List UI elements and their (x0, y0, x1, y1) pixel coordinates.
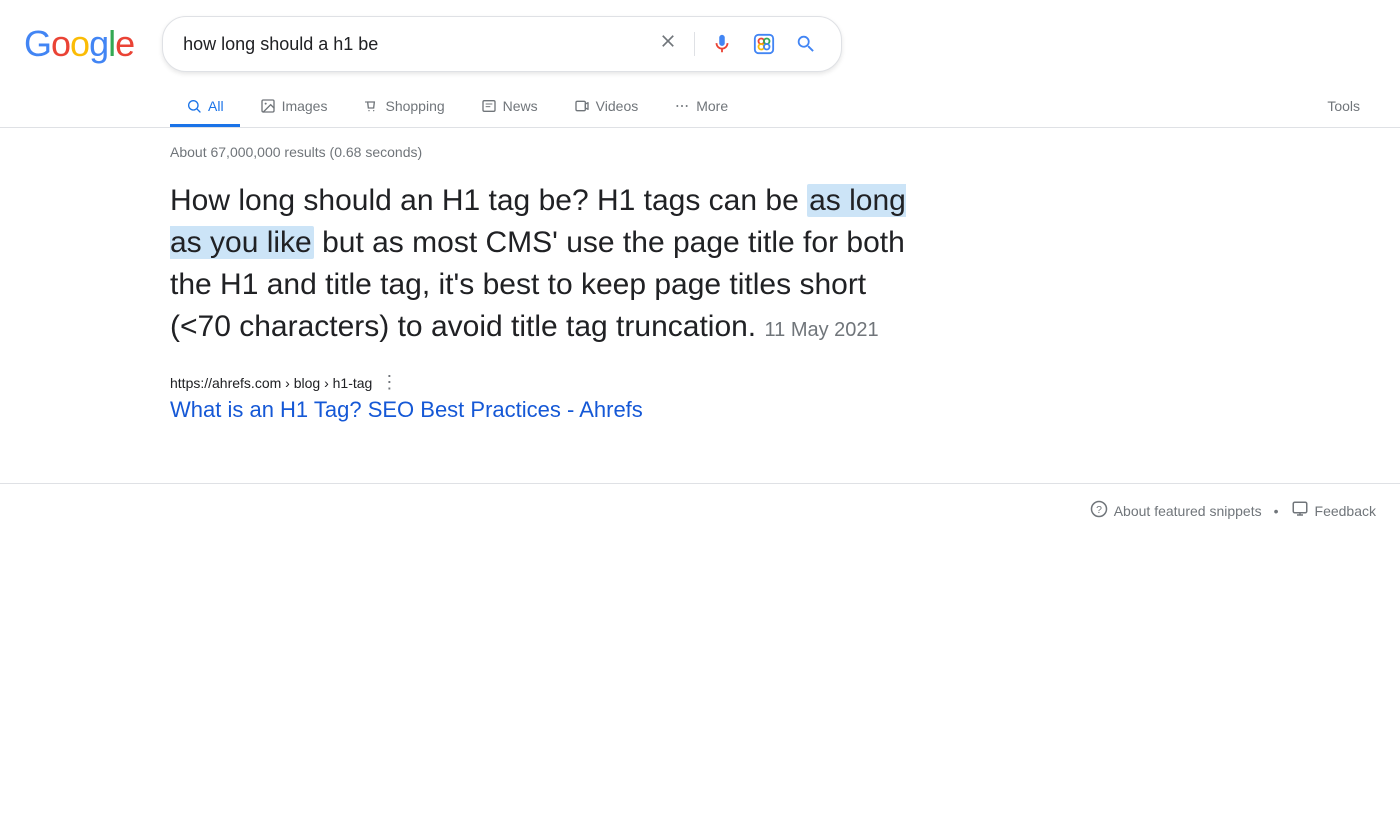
lens-icon (753, 33, 775, 55)
feedback-item[interactable]: Feedback (1291, 500, 1376, 521)
feedback-label: Feedback (1315, 503, 1376, 519)
voice-search-button[interactable] (707, 29, 737, 59)
image-search-button[interactable] (749, 29, 779, 59)
logo-e: e (115, 23, 134, 65)
search-button[interactable] (791, 29, 821, 59)
tab-news[interactable]: News (465, 88, 554, 127)
tab-all[interactable]: All (170, 88, 240, 127)
search-icons (654, 27, 821, 61)
result-title-link[interactable]: What is an H1 Tag? SEO Best Practices - … (170, 397, 643, 422)
all-icon (186, 98, 202, 114)
result-more-icon[interactable]: ⋮ (380, 372, 398, 393)
google-logo[interactable]: Google (24, 23, 134, 65)
about-snippets-item[interactable]: ? About featured snippets (1090, 500, 1262, 521)
logo-g: G (24, 23, 51, 65)
about-snippets-label: About featured snippets (1114, 503, 1262, 519)
videos-icon (574, 98, 590, 114)
clear-button[interactable] (654, 27, 682, 61)
snippet-text: How long should an H1 tag be? H1 tags ca… (170, 180, 930, 348)
search-result: https://ahrefs.com › blog › h1-tag ⋮ Wha… (170, 372, 930, 423)
feedback-icon (1291, 500, 1309, 521)
tab-shopping-label: Shopping (385, 98, 444, 114)
snippet-date: 11 May 2021 (765, 319, 879, 341)
search-input[interactable]: how long should a h1 be (183, 34, 642, 55)
result-url-row: https://ahrefs.com › blog › h1-tag ⋮ (170, 372, 930, 393)
tools-button[interactable]: Tools (1311, 88, 1376, 127)
tab-more[interactable]: More (658, 88, 744, 127)
results-container: About 67,000,000 results (0.68 seconds) … (0, 128, 1400, 443)
svg-text:?: ? (1096, 504, 1102, 516)
featured-snippet: How long should an H1 tag be? H1 tags ca… (170, 180, 930, 348)
search-bar: how long should a h1 be (162, 16, 842, 72)
logo-o1: o (51, 23, 70, 65)
snippet-text-before: How long should an H1 tag be? H1 tags ca… (170, 184, 807, 217)
results-count: About 67,000,000 results (0.68 seconds) (170, 144, 1230, 160)
tab-news-label: News (503, 98, 538, 114)
tab-images-label: Images (282, 98, 328, 114)
dot-separator: • (1274, 503, 1279, 519)
tab-all-label: All (208, 98, 224, 114)
news-icon (481, 98, 497, 114)
tab-videos-label: Videos (596, 98, 639, 114)
mic-icon (711, 33, 733, 55)
tab-more-label: More (696, 98, 728, 114)
logo-g2: g (89, 23, 108, 65)
images-icon (260, 98, 276, 114)
tab-shopping[interactable]: Shopping (347, 88, 460, 127)
close-icon (658, 31, 678, 57)
nav-tabs: All Images Shopping News Videos More (0, 80, 1400, 128)
bottom-bar: ? About featured snippets • Feedback (0, 483, 1400, 537)
more-dots-icon (674, 98, 690, 114)
result-url: https://ahrefs.com › blog › h1-tag (170, 375, 372, 391)
shopping-icon (363, 98, 379, 114)
tab-videos[interactable]: Videos (558, 88, 655, 127)
header: Google how long should a h1 be (0, 0, 1400, 72)
divider (694, 32, 695, 56)
logo-o2: o (70, 23, 89, 65)
question-icon: ? (1090, 500, 1108, 521)
search-icon (795, 33, 817, 55)
tab-images[interactable]: Images (244, 88, 344, 127)
logo-l: l (108, 23, 115, 65)
